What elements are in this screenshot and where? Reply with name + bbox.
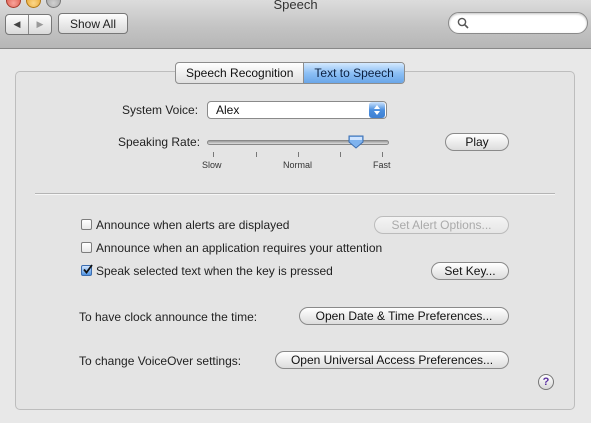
open-universal-access-button[interactable]: Open Universal Access Preferences... (275, 351, 509, 369)
speak-selected-text-label: Speak selected text when the key is pres… (96, 264, 333, 278)
show-all-button[interactable]: Show All (58, 13, 128, 34)
open-date-time-button[interactable]: Open Date & Time Preferences... (299, 307, 509, 325)
speaking-rate-label: Speaking Rate: (118, 135, 201, 149)
tab-speech-recognition[interactable]: Speech Recognition (176, 63, 303, 83)
forward-button[interactable]: ▶ (28, 15, 51, 34)
voiceover-label: To change VoiceOver settings: (79, 354, 242, 368)
checkmark-icon (83, 264, 93, 274)
announce-alerts-checkbox[interactable] (81, 219, 92, 230)
announce-attention-checkbox[interactable] (81, 242, 92, 253)
system-voice-label: System Voice: (122, 103, 199, 117)
set-key-button[interactable]: Set Key... (431, 262, 509, 280)
announce-alerts-label: Announce when alerts are displayed (96, 218, 290, 232)
search-input[interactable] (473, 15, 585, 33)
rate-normal-label: Normal (283, 160, 313, 170)
rate-tick (382, 152, 383, 157)
play-button[interactable]: Play (445, 133, 509, 151)
back-button[interactable]: ◀ (6, 15, 28, 34)
back-arrow-icon: ◀ (13, 19, 21, 29)
help-button[interactable]: ? (538, 374, 554, 390)
speak-selected-text-checkbox[interactable] (81, 264, 93, 276)
rate-tick (213, 152, 214, 157)
slider-thumb[interactable] (348, 135, 364, 149)
window-title: Speech (273, 0, 318, 12)
rate-tick (298, 152, 299, 157)
popup-arrows-icon (369, 102, 385, 118)
system-voice-popup[interactable]: Alex (207, 101, 387, 119)
search-field[interactable] (448, 12, 588, 34)
search-icon (457, 17, 469, 29)
system-voice-value: Alex (216, 103, 240, 117)
set-alert-options-button[interactable]: Set Alert Options... (374, 216, 509, 234)
rate-slow-label: Slow (202, 160, 222, 170)
announce-attention-label: Announce when an application requires yo… (96, 241, 383, 255)
tab-text-to-speech[interactable]: Text to Speech (303, 63, 404, 83)
tab-bar: Speech Recognition Text to Speech (175, 62, 405, 84)
forward-arrow-icon: ▶ (36, 19, 44, 29)
window-toolbar: Speech ◀ ▶ Show All (0, 0, 591, 49)
section-divider (35, 193, 555, 195)
back-forward-control: ◀ ▶ (5, 14, 52, 35)
clock-announce-label: To have clock announce the time: (79, 310, 258, 324)
rate-fast-label: Fast (373, 160, 391, 170)
rate-tick (256, 152, 257, 157)
rate-tick (340, 152, 341, 157)
